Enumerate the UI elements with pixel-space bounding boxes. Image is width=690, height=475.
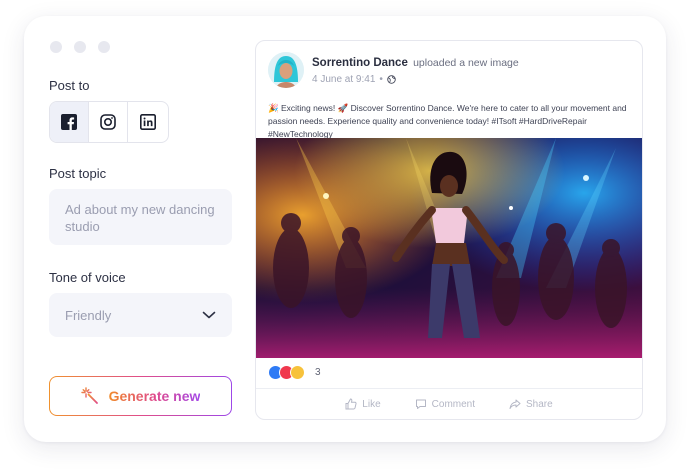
generate-new-label: Generate new [108,388,201,404]
facebook-post-preview: Sorrentino Dance uploaded a new image 4 … [255,40,643,420]
post-header: Sorrentino Dance uploaded a new image [312,57,519,69]
post-body: 🎉 Exciting news! 🚀 Discover Sorrentino D… [268,102,630,141]
window-dot [98,41,110,53]
thumbs-up-icon [345,398,357,410]
like-button[interactable]: Like [345,398,381,410]
post-actions: Like Comment Share [256,389,642,419]
reaction-icons [268,365,305,380]
instagram-icon [100,114,116,130]
post-meta: 4 June at 9:41 • [312,74,396,85]
author-avatar [268,52,304,88]
chevron-down-icon [202,311,216,319]
post-composer-card: Post to Post topic Ad about my new danci… [24,16,666,442]
post-action-text: uploaded a new image [413,57,519,69]
comment-button[interactable]: Comment [415,398,475,410]
share-icon [509,399,521,409]
post-timestamp[interactable]: 4 June at 9:41 [312,74,375,85]
post-to-label: Post to [49,78,90,93]
window-dot [74,41,86,53]
sparkle-wand-icon [80,387,98,404]
tone-of-voice-value: Friendly [65,307,112,323]
window-dot [50,41,62,53]
post-image[interactable] [256,138,642,358]
platform-selector [49,101,169,143]
linkedin-button[interactable] [128,102,167,142]
share-button[interactable]: Share [509,398,553,410]
comment-label: Comment [431,398,476,410]
linkedin-icon [139,114,156,130]
post-topic-input[interactable]: Ad about my new dancing studio [49,189,232,245]
share-label: Share [526,398,553,410]
generate-new-button[interactable]: Generate new [49,376,232,416]
post-topic-label: Post topic [49,166,107,181]
reaction-count: 3 [315,367,321,378]
globe-icon [387,75,396,84]
reactions-summary[interactable]: 3 [268,365,321,380]
meta-separator: • [379,74,383,85]
like-label: Like [362,398,381,410]
tone-of-voice-select[interactable]: Friendly [49,293,232,337]
comment-icon [415,399,426,409]
window-dots [50,41,110,53]
author-name[interactable]: Sorrentino Dance [312,57,408,69]
care-reaction-icon [290,365,305,380]
facebook-icon [61,114,77,130]
tone-of-voice-label: Tone of voice [49,270,126,285]
facebook-button[interactable] [50,102,89,142]
instagram-button[interactable] [89,102,128,142]
